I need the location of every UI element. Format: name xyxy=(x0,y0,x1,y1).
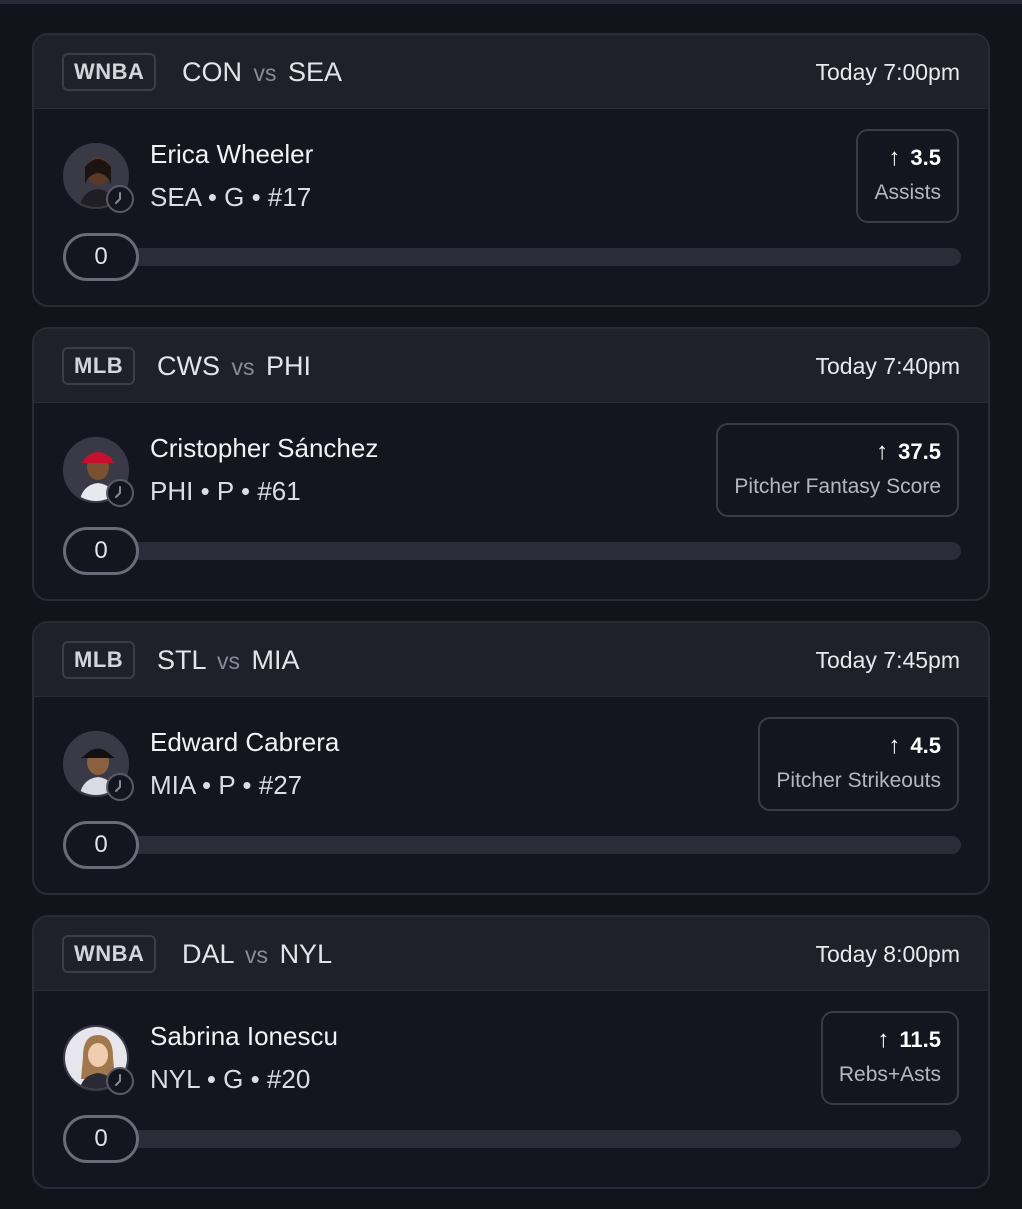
player-meta: MIA • P • #27 xyxy=(150,770,303,800)
pick-card[interactable]: WNBA CON vs SEA Today 7:00pm Erica Wheel… xyxy=(32,33,990,307)
matchup: CON vs SEA xyxy=(182,55,342,90)
player-meta: PHI • P • #61 xyxy=(150,476,301,506)
clock-icon xyxy=(106,1067,134,1095)
prop-stat: Assists xyxy=(874,181,941,204)
away-team: NYL xyxy=(279,939,333,969)
card-header: MLB STL vs MIA Today 7:45pm xyxy=(34,623,988,697)
prop-line-value: 11.5 xyxy=(899,1027,941,1052)
pick-card[interactable]: WNBA DAL vs NYL Today 8:00pm Sabrina Ion… xyxy=(32,915,990,1189)
home-team: STL xyxy=(157,645,206,675)
player-name: Erica Wheeler xyxy=(150,139,314,169)
prop-stat: Pitcher Strikeouts xyxy=(776,769,941,792)
game-time: Today 7:45pm xyxy=(815,647,960,673)
player-meta: SEA • G • #17 xyxy=(150,182,312,212)
prop-selection-button[interactable]: ↑ 3.5 Assists xyxy=(856,129,959,223)
away-team: MIA xyxy=(251,645,300,675)
prop-selection-button[interactable]: ↑ 4.5 Pitcher Strikeouts xyxy=(758,717,959,811)
prop-selection-button[interactable]: ↑ 11.5 Rebs+Asts xyxy=(820,1011,959,1105)
pick-card[interactable]: MLB STL vs MIA Today 7:45pm Edward Cabre… xyxy=(32,621,990,895)
card-header: WNBA CON vs SEA Today 7:00pm xyxy=(34,35,988,109)
league-badge: WNBA xyxy=(62,53,157,91)
player-meta: NYL • G • #20 xyxy=(150,1064,311,1094)
card-header: MLB CWS vs PHI Today 7:40pm xyxy=(34,329,988,403)
prop-selection-button[interactable]: ↑ 37.5 Pitcher Fantasy Score xyxy=(716,423,959,517)
top-divider xyxy=(0,0,1022,4)
prop-line: ↑ 3.5 xyxy=(874,143,941,173)
arrow-up-icon: ↑ xyxy=(888,732,901,759)
vs-label: vs xyxy=(253,60,277,86)
progress-bar xyxy=(94,248,961,266)
progress-value: 0 xyxy=(63,1115,139,1163)
clock-icon xyxy=(106,185,134,213)
arrow-up-icon: ↑ xyxy=(877,1026,890,1053)
progress-value: 0 xyxy=(63,821,139,869)
prop-line-value: 3.5 xyxy=(910,145,941,170)
prop-line-value: 37.5 xyxy=(898,439,941,464)
away-team: SEA xyxy=(288,57,343,87)
arrow-up-icon: ↑ xyxy=(888,144,901,171)
vs-label: vs xyxy=(217,648,241,674)
home-team: CWS xyxy=(157,351,220,381)
pick-list: WNBA CON vs SEA Today 7:00pm Erica Wheel… xyxy=(32,33,990,1209)
away-team: PHI xyxy=(266,351,312,381)
vs-label: vs xyxy=(245,942,269,968)
matchup: STL vs MIA xyxy=(157,643,300,678)
league-badge: MLB xyxy=(62,641,136,679)
home-team: CON xyxy=(182,57,242,87)
league-badge: WNBA xyxy=(62,935,157,973)
progress-value: 0 xyxy=(63,233,139,281)
game-time: Today 7:00pm xyxy=(815,59,960,85)
progress-bar xyxy=(94,542,961,560)
matchup: CWS vs PHI xyxy=(157,349,311,384)
player-name: Sabrina Ionescu xyxy=(150,1021,338,1051)
progress-bar xyxy=(94,836,961,854)
progress-value: 0 xyxy=(63,527,139,575)
game-time: Today 7:40pm xyxy=(815,353,960,379)
prop-line-value: 4.5 xyxy=(910,733,941,758)
pick-card[interactable]: MLB CWS vs PHI Today 7:40pm Cristopher S… xyxy=(32,327,990,601)
arrow-up-icon: ↑ xyxy=(876,438,889,465)
prop-stat: Pitcher Fantasy Score xyxy=(734,475,941,498)
prop-stat: Rebs+Asts xyxy=(838,1063,941,1086)
progress-bar xyxy=(94,1130,961,1148)
card-header: WNBA DAL vs NYL Today 8:00pm xyxy=(34,917,988,991)
game-time: Today 8:00pm xyxy=(815,941,960,967)
vs-label: vs xyxy=(231,354,255,380)
league-badge: MLB xyxy=(62,347,136,385)
player-name: Cristopher Sánchez xyxy=(150,433,379,463)
clock-icon xyxy=(106,479,134,507)
prop-line: ↑ 37.5 xyxy=(734,437,941,467)
player-name: Edward Cabrera xyxy=(150,727,340,757)
prop-line: ↑ 11.5 xyxy=(839,1025,941,1055)
home-team: DAL xyxy=(182,939,234,969)
matchup: DAL vs NYL xyxy=(182,937,332,972)
clock-icon xyxy=(106,773,134,801)
prop-line: ↑ 4.5 xyxy=(776,731,941,761)
